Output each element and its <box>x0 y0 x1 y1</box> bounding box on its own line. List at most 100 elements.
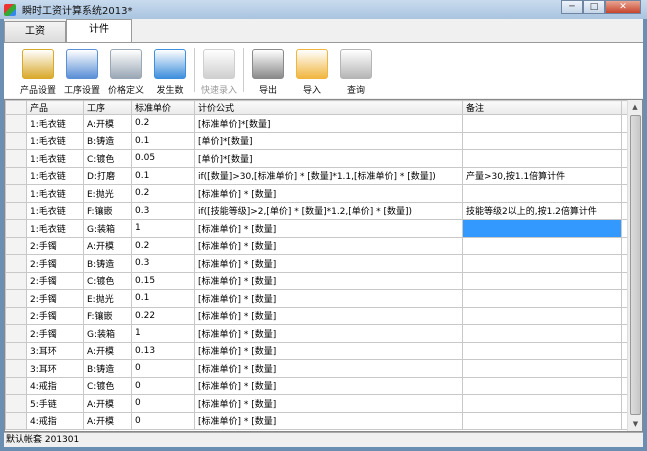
column-header-remark[interactable]: 备注 <box>462 100 622 115</box>
row-header[interactable] <box>5 376 27 395</box>
cell-formula[interactable]: [标准单价] * [数量] <box>194 219 463 238</box>
table-row[interactable]: 2:手镯 A:开模 0.2 [标准单价] * [数量] <box>5 236 630 255</box>
cell-standard-price[interactable]: 0.22 <box>131 306 195 325</box>
table-row[interactable]: 1:毛衣链 E:抛光 0.2 [标准单价] * [数量] <box>5 184 630 203</box>
row-header[interactable] <box>5 149 27 168</box>
cell-process[interactable]: C:镀色 <box>83 376 132 395</box>
cell-product[interactable]: 2:手镯 <box>26 289 84 308</box>
column-header-product[interactable]: 产品 <box>26 100 84 115</box>
cell-standard-price[interactable]: 0.2 <box>131 236 195 255</box>
column-header-process[interactable]: 工序 <box>83 100 132 115</box>
cell-formula[interactable]: [标准单价] * [数量] <box>194 359 463 378</box>
row-header[interactable] <box>5 341 27 360</box>
scroll-down-arrow-icon[interactable]: ▼ <box>628 417 642 431</box>
cell-formula[interactable]: [标准单价] * [数量] <box>194 394 463 413</box>
scroll-up-arrow-icon[interactable]: ▲ <box>628 100 642 114</box>
cell-product[interactable]: 1:毛衣链 <box>26 219 84 238</box>
cell-remark[interactable] <box>462 254 622 273</box>
row-header[interactable] <box>5 219 27 238</box>
table-row[interactable]: 1:毛衣链 D:打磨 0.1 if([数量]>30,[标准单价] * [数量]*1.1… <box>5 166 630 185</box>
cell-process[interactable]: A:开模 <box>83 341 132 360</box>
cell-remark[interactable] <box>462 289 622 308</box>
vertical-scrollbar[interactable]: ▲ ▼ <box>627 100 642 431</box>
cell-remark[interactable] <box>462 359 622 378</box>
row-header[interactable] <box>5 306 27 325</box>
cell-standard-price[interactable]: 0.3 <box>131 254 195 273</box>
cell-product[interactable]: 2:手镯 <box>26 306 84 325</box>
minimize-button[interactable]: ─ <box>561 0 583 14</box>
cell-formula[interactable]: [标准单价] * [数量] <box>194 376 463 395</box>
cell-product[interactable]: 3:耳环 <box>26 359 84 378</box>
cell-standard-price[interactable]: 0.2 <box>131 114 195 133</box>
cell-remark[interactable] <box>462 271 622 290</box>
cell-formula[interactable]: if([数量]>30,[标准单价] * [数量]*1.1,[标准单价] * [数… <box>194 166 463 185</box>
cell-product[interactable]: 4:戒指 <box>26 376 84 395</box>
cell-formula[interactable]: [标准单价] * [数量] <box>194 306 463 325</box>
cell-formula[interactable]: [单价]*[数量] <box>194 131 463 150</box>
table-row[interactable]: 2:手镯 B:铸造 0.3 [标准单价] * [数量] <box>5 254 630 273</box>
cell-product[interactable]: 1:毛衣链 <box>26 166 84 185</box>
tab-piecework[interactable]: 计件 <box>66 19 132 43</box>
cell-standard-price[interactable]: 0 <box>131 411 195 430</box>
cell-product[interactable]: 2:手镯 <box>26 236 84 255</box>
cell-product[interactable]: 1:毛衣链 <box>26 149 84 168</box>
row-header[interactable] <box>5 411 27 430</box>
row-header[interactable] <box>5 131 27 150</box>
column-header-standard-price[interactable]: 标准单价 <box>131 100 195 115</box>
row-header[interactable] <box>5 201 27 220</box>
cell-formula[interactable]: [标准单价] * [数量] <box>194 341 463 360</box>
row-header[interactable] <box>5 289 27 308</box>
cell-formula[interactable]: [标准单价] * [数量] <box>194 271 463 290</box>
cell-process[interactable]: B:铸造 <box>83 359 132 378</box>
row-header[interactable] <box>5 324 27 343</box>
cell-process[interactable]: D:打磨 <box>83 166 132 185</box>
cell-remark[interactable]: 技能等级2以上的,按1.2倍算计件 <box>462 201 622 220</box>
cell-formula[interactable]: [标准单价] * [数量] <box>194 289 463 308</box>
cell-formula[interactable]: [标准单价] * [数量] <box>194 236 463 255</box>
table-row[interactable]: 1:毛衣链 B:铸造 0.1 [单价]*[数量] <box>5 131 630 150</box>
cell-process[interactable]: A:开模 <box>83 411 132 430</box>
data-grid[interactable]: 产品 工序 标准单价 计价公式 备注 1:毛衣链 A:开模 0.2 [标准单价]*[数… <box>4 99 643 432</box>
cell-process[interactable]: E:抛光 <box>83 184 132 203</box>
row-header[interactable] <box>5 166 27 185</box>
table-row[interactable]: 1:毛衣链 C:镀色 0.05 [单价]*[数量] <box>5 149 630 168</box>
row-header[interactable] <box>5 254 27 273</box>
cell-standard-price[interactable]: 0 <box>131 394 195 413</box>
cell-remark[interactable] <box>462 341 622 360</box>
scroll-thumb[interactable] <box>630 115 641 415</box>
cell-process[interactable]: B:铸造 <box>83 131 132 150</box>
table-row[interactable]: 1:毛衣链 F:镶嵌 0.3 if([技能等级]>2,[单价] * [数量]*1.2,… <box>5 201 630 220</box>
cell-process[interactable]: C:镀色 <box>83 271 132 290</box>
table-row[interactable]: 3:耳环 B:铸造 0 [标准单价] * [数量] <box>5 359 630 378</box>
cell-remark[interactable] <box>462 184 622 203</box>
cell-formula[interactable]: [标准单价] * [数量] <box>194 184 463 203</box>
table-row[interactable]: 2:手镯 E:抛光 0.1 [标准单价] * [数量] <box>5 289 630 308</box>
cell-remark[interactable] <box>462 324 622 343</box>
cell-standard-price[interactable]: 0.1 <box>131 166 195 185</box>
cell-formula[interactable]: if([技能等级]>2,[单价] * [数量]*1.2,[单价] * [数量]) <box>194 201 463 220</box>
row-header[interactable] <box>5 271 27 290</box>
cell-process[interactable]: A:开模 <box>83 394 132 413</box>
table-row[interactable]: 1:毛衣链 G:装箱 1 [标准单价] * [数量] <box>5 219 630 238</box>
cell-remark[interactable] <box>462 219 622 238</box>
toolbar-button-0[interactable]: 产品设置 <box>16 44 60 98</box>
cell-remark[interactable] <box>462 394 622 413</box>
cell-formula[interactable]: [单价]*[数量] <box>194 149 463 168</box>
table-row[interactable]: 5:手链 A:开模 0 [标准单价] * [数量] <box>5 394 630 413</box>
cell-remark[interactable]: 产量>30,按1.1倍算计件 <box>462 166 622 185</box>
toolbar-button-3[interactable]: 发生数 <box>148 44 192 98</box>
row-header[interactable] <box>5 184 27 203</box>
cell-process[interactable]: B:铸造 <box>83 254 132 273</box>
table-row[interactable]: 1:毛衣链 A:开模 0.2 [标准单价]*[数量] <box>5 114 630 133</box>
toolbar-button-6[interactable]: 导入 <box>290 44 334 98</box>
cell-standard-price[interactable]: 0.13 <box>131 341 195 360</box>
cell-standard-price[interactable]: 0 <box>131 359 195 378</box>
toolbar-button-2[interactable]: 价格定义 <box>104 44 148 98</box>
cell-process[interactable]: G:装箱 <box>83 324 132 343</box>
cell-standard-price[interactable]: 0.05 <box>131 149 195 168</box>
cell-standard-price[interactable]: 0 <box>131 376 195 395</box>
cell-process[interactable]: G:装箱 <box>83 219 132 238</box>
cell-process[interactable]: A:开模 <box>83 236 132 255</box>
cell-process[interactable]: F:镶嵌 <box>83 201 132 220</box>
cell-product[interactable]: 4:戒指 <box>26 411 84 430</box>
